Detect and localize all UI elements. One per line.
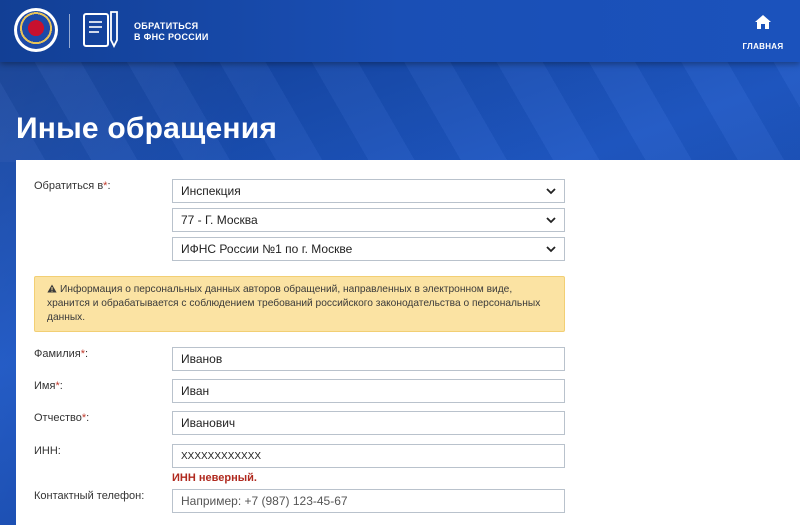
- inn-input[interactable]: XXXXXXXXXXXX: [172, 444, 565, 468]
- patronymic-value: Иванович: [181, 416, 236, 430]
- patronymic-input[interactable]: Иванович: [172, 411, 565, 435]
- name-value: Иван: [181, 384, 210, 398]
- patronymic-label-text: Отчество: [34, 412, 82, 424]
- surname-label-text: Фамилия: [34, 348, 81, 360]
- label-colon: :: [107, 180, 111, 192]
- phone-placeholder: Например: +7 (987) 123-45-67: [181, 494, 348, 508]
- chevron-down-icon: [546, 217, 556, 224]
- name-label-text: Имя: [34, 380, 56, 392]
- home-icon: [755, 15, 771, 29]
- label-colon: :: [85, 348, 89, 360]
- brand-line-1: ОБРАТИТЬСЯ: [134, 21, 199, 31]
- patronymic-label: Отчество*:: [34, 412, 89, 424]
- recipient-type-select[interactable]: Инспекция: [172, 179, 565, 203]
- name-input[interactable]: Иван: [172, 379, 565, 403]
- inspection-value: ИФНС России №1 по г. Москве: [181, 242, 353, 256]
- personal-data-notice: Информация о персональных данных авторов…: [34, 276, 565, 332]
- page-title: Иные обращения: [16, 112, 278, 145]
- phone-input[interactable]: Например: +7 (987) 123-45-67: [172, 489, 565, 513]
- service-brand-title[interactable]: ОБРАТИТЬСЯ В ФНС РОССИИ: [134, 21, 209, 43]
- recipient-label: Обратиться в*:: [34, 180, 111, 192]
- recipient-label-text: Обратиться в: [34, 180, 104, 192]
- chevron-down-icon: [546, 246, 556, 253]
- surname-input[interactable]: Иванов: [172, 347, 565, 371]
- appeal-form: Обратиться в*: Инспекция 77 - Г. Москва …: [16, 160, 800, 525]
- inn-error-message: ИНН неверный.: [172, 472, 257, 484]
- emblem-icon: [17, 11, 55, 49]
- region-value: 77 - Г. Москва: [181, 213, 258, 227]
- home-label: ГЛАВНАЯ: [742, 42, 784, 51]
- notice-text: Информация о персональных данных авторов…: [47, 284, 541, 323]
- brand-line-2: В ФНС РОССИИ: [134, 32, 209, 42]
- label-colon: :: [59, 380, 63, 392]
- top-navigation-bar: ОБРАТИТЬСЯ В ФНС РОССИИ ГЛАВНАЯ: [0, 0, 800, 62]
- region-select[interactable]: 77 - Г. Москва: [172, 208, 565, 232]
- inn-label: ИНН:: [34, 445, 61, 457]
- header-divider: [69, 14, 70, 48]
- surname-value: Иванов: [181, 352, 223, 366]
- label-colon: :: [86, 412, 90, 424]
- inspection-select[interactable]: ИФНС России №1 по г. Москве: [172, 237, 565, 261]
- chevron-down-icon: [546, 188, 556, 195]
- phone-label: Контактный телефон:: [34, 490, 145, 502]
- recipient-type-value: Инспекция: [181, 184, 241, 198]
- surname-label: Фамилия*:: [34, 348, 88, 360]
- name-label: Имя*:: [34, 380, 63, 392]
- warning-icon: [47, 284, 57, 293]
- home-link[interactable]: ГЛАВНАЯ: [740, 14, 786, 53]
- fns-emblem-logo[interactable]: [14, 8, 58, 52]
- document-pen-icon: [83, 11, 118, 49]
- inn-value: XXXXXXXXXXXX: [181, 450, 262, 462]
